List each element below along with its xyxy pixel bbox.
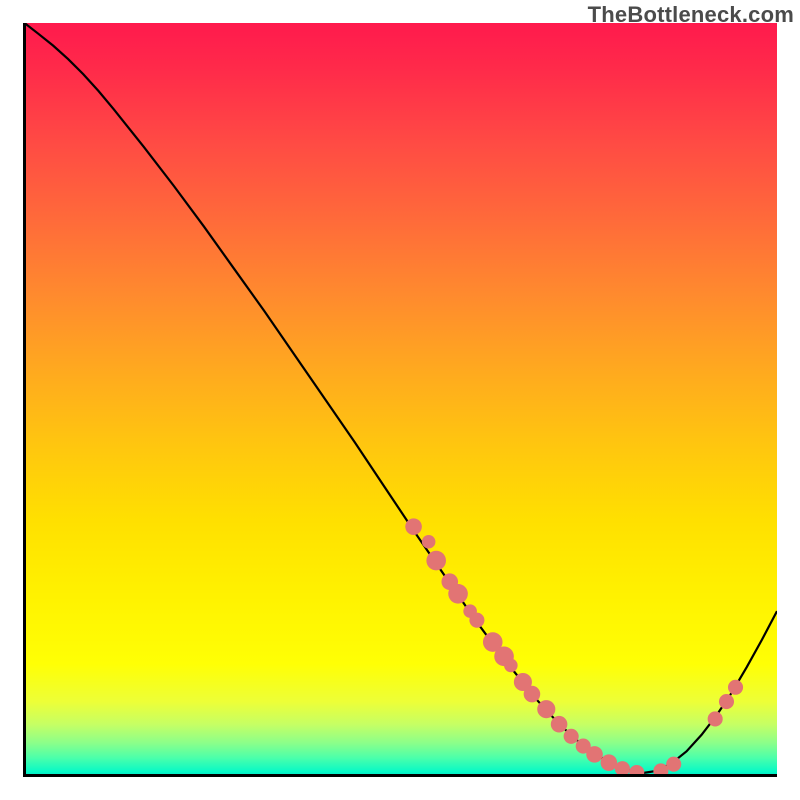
chart-frame	[23, 23, 777, 777]
curve-marker	[564, 729, 579, 744]
chart-svg	[23, 23, 777, 777]
bottleneck-curve	[25, 23, 777, 773]
curve-marker	[422, 535, 436, 549]
curve-marker	[666, 757, 681, 772]
curve-marker	[426, 551, 446, 571]
curve-marker	[601, 754, 618, 771]
curve-marker	[728, 680, 743, 695]
curve-marker	[537, 700, 555, 718]
curve-marker	[551, 716, 568, 733]
curve-marker	[586, 746, 603, 763]
curve-marker	[405, 518, 422, 535]
curve-marker	[469, 613, 484, 628]
curve-marker	[448, 584, 468, 604]
curve-marker	[504, 659, 518, 673]
curve-marker	[719, 694, 734, 709]
curve-marker	[629, 765, 644, 777]
curve-marker	[524, 686, 541, 703]
curve-marker	[708, 711, 723, 726]
curve-markers	[405, 518, 743, 777]
curve-marker	[615, 761, 630, 776]
